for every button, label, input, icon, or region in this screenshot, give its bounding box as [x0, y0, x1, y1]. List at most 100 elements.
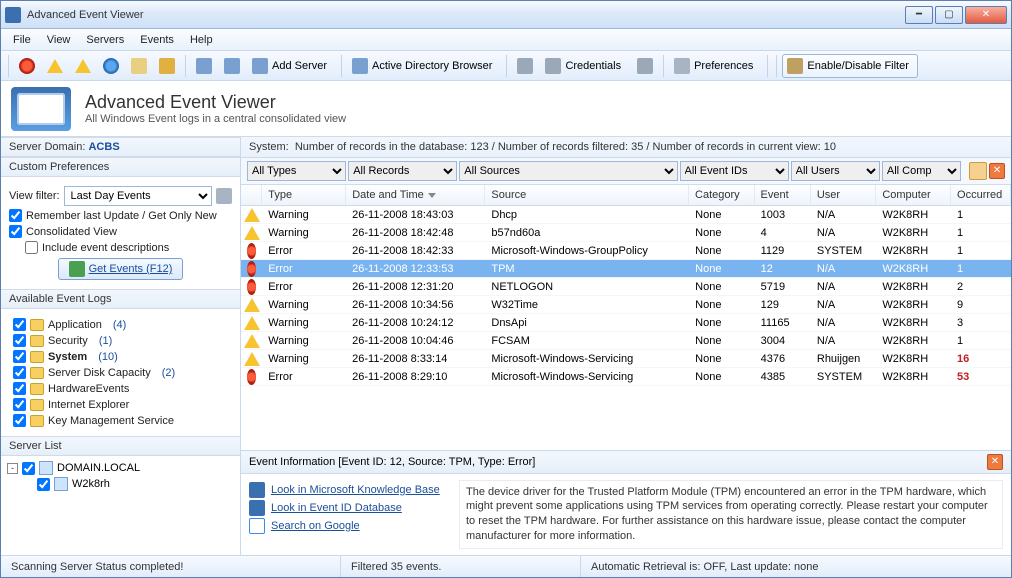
tb-warning-icon[interactable]: [42, 54, 68, 78]
warning-icon: [244, 316, 260, 330]
view-filter-select[interactable]: Last Day Events: [64, 186, 212, 206]
link-mskb[interactable]: Look in Microsoft Knowledge Base: [249, 482, 449, 498]
filter-records[interactable]: All Records: [348, 161, 457, 181]
close-filter-icon[interactable]: ✕: [989, 163, 1005, 179]
log-item[interactable]: Key Management Service: [9, 414, 232, 427]
log-checkbox[interactable]: [13, 318, 26, 331]
close-button[interactable]: ✕: [965, 6, 1007, 24]
log-name: Application: [48, 319, 102, 331]
table-row[interactable]: Warning26-11-2008 10:24:12DnsApiNone1116…: [241, 314, 1011, 332]
table-row[interactable]: Error26-11-2008 12:33:53TPMNone12N/AW2K8…: [241, 260, 1011, 278]
log-checkbox[interactable]: [13, 414, 26, 427]
tree-domain-node[interactable]: - DOMAIN.LOCAL: [7, 460, 234, 476]
remember-checkbox[interactable]: [9, 209, 22, 222]
credentials-button[interactable]: Credentials: [540, 54, 630, 78]
cell-user: SYSTEM: [811, 370, 876, 384]
cell-computer: W2K8RH: [876, 298, 951, 312]
get-events-button[interactable]: Get Events (F12): [58, 258, 184, 280]
log-checkbox[interactable]: [13, 398, 26, 411]
log-item[interactable]: Application (4): [9, 318, 232, 331]
close-event-info-icon[interactable]: ✕: [987, 454, 1003, 470]
event-grid[interactable]: Type Date and Time Source Category Event…: [241, 185, 1011, 450]
cell-category: None: [689, 334, 754, 348]
log-item[interactable]: System (10): [9, 350, 232, 363]
minimize-button[interactable]: ━: [905, 6, 933, 24]
log-checkbox[interactable]: [13, 334, 26, 347]
cell-occurred: 53: [951, 370, 1011, 384]
consolidated-label: Consolidated View: [26, 226, 117, 238]
col-source[interactable]: Source: [485, 185, 689, 205]
cell-category: None: [689, 280, 754, 294]
consolidated-checkbox[interactable]: [9, 225, 22, 238]
tb-error-icon[interactable]: [14, 54, 40, 78]
maximize-button[interactable]: ▢: [935, 6, 963, 24]
cell-source: Dhcp: [485, 208, 689, 222]
col-category[interactable]: Category: [689, 185, 755, 205]
tb-warning2-icon[interactable]: [70, 54, 96, 78]
table-row[interactable]: Warning26-11-2008 8:33:14Microsoft-Windo…: [241, 350, 1011, 368]
server-domain-header: Server Domain: ACBS: [1, 137, 240, 157]
cell-event: 5719: [755, 280, 811, 294]
col-occurred[interactable]: Occurred: [951, 185, 1011, 205]
tb-refresh-icon[interactable]: [632, 54, 658, 78]
link-google[interactable]: Search on Google: [249, 518, 449, 534]
filter-types[interactable]: All Types: [247, 161, 346, 181]
log-checkbox[interactable]: [13, 366, 26, 379]
wrench-icon: [674, 58, 690, 74]
server-checkbox[interactable]: [37, 478, 50, 491]
tb-search-icon[interactable]: [126, 54, 152, 78]
table-row[interactable]: Warning26-11-2008 10:34:56W32TimeNone129…: [241, 296, 1011, 314]
preferences-button[interactable]: Preferences: [669, 54, 762, 78]
collapse-icon[interactable]: -: [7, 463, 18, 474]
table-row[interactable]: Error26-11-2008 18:42:33Microsoft-Window…: [241, 242, 1011, 260]
cell-type: Error: [262, 280, 346, 294]
ad-browser-button[interactable]: Active Directory Browser: [347, 54, 501, 78]
cell-source: Microsoft-Windows-Servicing: [485, 352, 689, 366]
col-type[interactable]: Type: [262, 185, 346, 205]
filter-toggle-button[interactable]: Enable/Disable Filter: [782, 54, 918, 78]
menu-help[interactable]: Help: [182, 32, 221, 48]
tb-server1-icon[interactable]: [191, 54, 217, 78]
table-row[interactable]: Error26-11-2008 12:31:20NETLOGONNone5719…: [241, 278, 1011, 296]
log-item[interactable]: Security (1): [9, 334, 232, 347]
log-name: System: [48, 351, 87, 363]
table-row[interactable]: Warning26-11-2008 18:43:03DhcpNone1003N/…: [241, 206, 1011, 224]
domain-checkbox[interactable]: [22, 462, 35, 475]
include-desc-checkbox[interactable]: [25, 241, 38, 254]
tb-print-icon[interactable]: [512, 54, 538, 78]
menu-servers[interactable]: Servers: [78, 32, 132, 48]
tb-lock-icon[interactable]: [154, 54, 180, 78]
warning-icon: [244, 334, 260, 348]
add-server-button[interactable]: Add Server: [247, 54, 336, 78]
col-date[interactable]: Date and Time: [346, 185, 485, 205]
table-row[interactable]: Warning26-11-2008 18:42:48b57nd60aNone4N…: [241, 224, 1011, 242]
filter-computers[interactable]: All Comp: [882, 161, 961, 181]
log-item[interactable]: Internet Explorer: [9, 398, 232, 411]
col-user[interactable]: User: [811, 185, 877, 205]
filter-eventids[interactable]: All Event IDs: [680, 161, 789, 181]
cell-type: Warning: [262, 298, 346, 312]
tree-server-node[interactable]: W2k8rh: [7, 476, 234, 492]
cell-computer: W2K8RH: [876, 316, 951, 330]
table-row[interactable]: Warning26-11-2008 10:04:46FCSAMNone3004N…: [241, 332, 1011, 350]
cell-type: Error: [262, 244, 346, 258]
menu-view[interactable]: View: [39, 32, 79, 48]
menu-events[interactable]: Events: [132, 32, 182, 48]
tb-server2-icon[interactable]: [219, 54, 245, 78]
log-checkbox[interactable]: [13, 382, 26, 395]
folder-icon: [30, 399, 44, 411]
clear-filter-icon[interactable]: [969, 162, 987, 180]
filter-users[interactable]: All Users: [791, 161, 880, 181]
table-row[interactable]: Error26-11-2008 8:29:10Microsoft-Windows…: [241, 368, 1011, 386]
link-eventid-db[interactable]: Look in Event ID Database: [249, 500, 449, 516]
tools-icon[interactable]: [216, 188, 232, 204]
log-item[interactable]: Server Disk Capacity (2): [9, 366, 232, 379]
filter-sources[interactable]: All Sources: [459, 161, 677, 181]
col-event[interactable]: Event: [755, 185, 811, 205]
col-computer[interactable]: Computer: [876, 185, 951, 205]
log-checkbox[interactable]: [13, 350, 26, 363]
menu-file[interactable]: File: [5, 32, 39, 48]
cell-type: Warning: [262, 334, 346, 348]
tb-info-icon[interactable]: [98, 54, 124, 78]
log-item[interactable]: HardwareEvents: [9, 382, 232, 395]
